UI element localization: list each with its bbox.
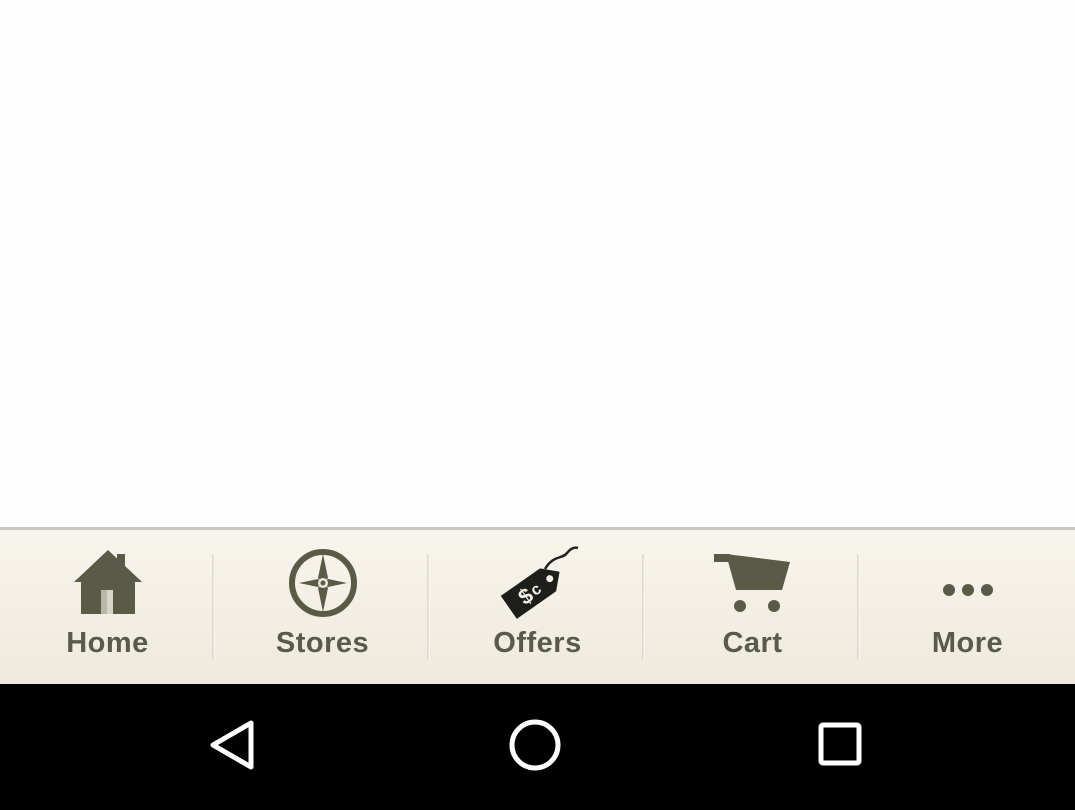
home-icon — [63, 544, 153, 622]
tab-stores[interactable]: Stores — [215, 530, 430, 684]
tab-more-label: More — [931, 627, 1004, 659]
tab-cart-label: Cart — [722, 627, 783, 659]
tab-more[interactable]: More — [860, 530, 1075, 684]
nav-back-button[interactable] — [203, 717, 263, 777]
price-tag-icon: $ c — [493, 544, 583, 622]
tab-cart[interactable]: Cart — [645, 530, 860, 684]
more-dots-icon — [923, 544, 1013, 622]
home-circle-icon — [506, 716, 564, 779]
tab-home[interactable]: Home — [0, 530, 215, 684]
nav-home-button[interactable] — [505, 717, 565, 777]
back-triangle-icon — [205, 717, 261, 778]
system-navigation-bar — [0, 684, 1075, 810]
compass-icon — [278, 544, 368, 622]
app-screen: Home Stores $ c Offers Cart More — [0, 0, 1075, 810]
recents-square-icon — [811, 717, 867, 778]
tab-offers-label: Offers — [493, 627, 582, 659]
cart-icon — [708, 544, 798, 622]
tab-offers[interactable]: $ c Offers — [430, 530, 645, 684]
content-area — [0, 0, 1075, 527]
tab-home-label: Home — [66, 627, 149, 659]
tab-stores-label: Stores — [275, 627, 370, 659]
bottom-tab-bar: Home Stores $ c Offers Cart More — [0, 527, 1075, 684]
nav-recents-button[interactable] — [809, 717, 869, 777]
